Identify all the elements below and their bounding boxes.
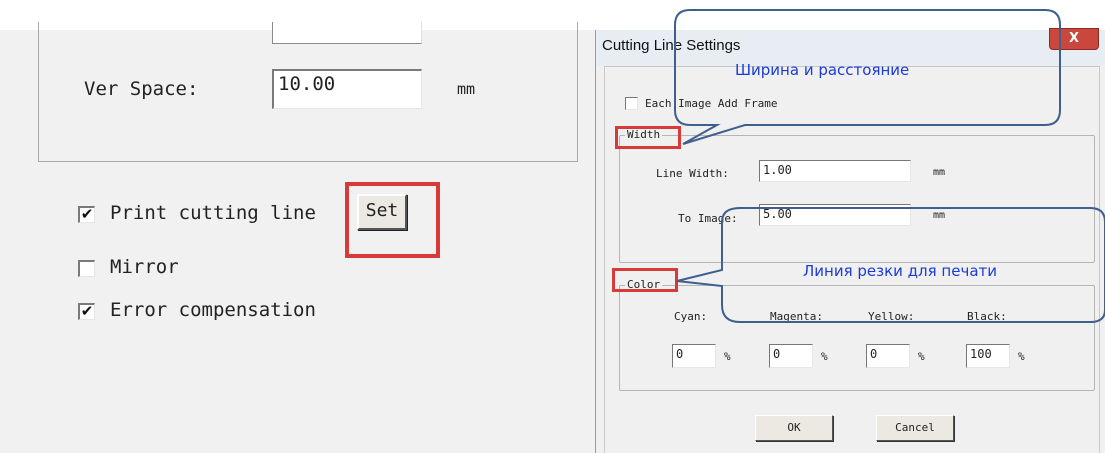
- cutting-line-settings-dialog: Cutting Line Settings X Each Image Add F…: [595, 28, 1105, 453]
- black-input[interactable]: 100: [966, 344, 1010, 368]
- line-width-input[interactable]: 1.00: [759, 160, 911, 182]
- black-percent: %: [1018, 350, 1025, 363]
- dialog-title: Cutting Line Settings: [602, 37, 741, 54]
- ver-space-unit: mm: [457, 80, 476, 98]
- color-group-box: Color Cyan: Magenta: Yellow: Black: 0 % …: [619, 278, 1095, 391]
- color-legend-highlight: [612, 268, 678, 292]
- yellow-input[interactable]: 0: [866, 344, 910, 368]
- each-image-add-frame-checkbox[interactable]: [625, 97, 638, 110]
- line-width-unit: mm: [933, 167, 946, 178]
- color-callout-text: Линия резки для печати: [803, 262, 998, 280]
- line-width-label: Line Width:: [656, 167, 729, 180]
- width-group-box: Width Line Width: 1.00 mm To Image: 5.00…: [619, 128, 1095, 263]
- ver-space-input[interactable]: 10.00: [272, 69, 422, 109]
- magenta-input[interactable]: 0: [769, 344, 813, 368]
- yellow-percent: %: [918, 350, 925, 363]
- cancel-button[interactable]: Cancel: [876, 415, 954, 441]
- cyan-label: Cyan:: [674, 310, 708, 323]
- ok-button[interactable]: OK: [755, 415, 833, 441]
- set-button-highlight: [345, 182, 440, 258]
- ver-space-label: Ver Space:: [84, 78, 199, 100]
- to-image-input[interactable]: 5.00: [759, 204, 911, 226]
- black-label: Black:: [967, 310, 1007, 323]
- close-button[interactable]: X: [1049, 28, 1099, 50]
- error-compensation-label: Error compensation: [110, 299, 316, 321]
- mirror-label: Mirror: [110, 256, 179, 278]
- yellow-label: Yellow:: [868, 310, 915, 323]
- to-image-unit: mm: [933, 210, 946, 221]
- mirror-checkbox[interactable]: [78, 260, 95, 277]
- magenta-percent: %: [821, 350, 828, 363]
- dialog-client-area: Each Image Add Frame Width Line Width: 1…: [604, 66, 1100, 453]
- error-compensation-checkbox[interactable]: ✔: [78, 303, 95, 320]
- hor-space-input[interactable]: [272, 22, 422, 44]
- print-cutting-line-checkbox[interactable]: ✔: [78, 206, 95, 223]
- width-legend-highlight: [615, 126, 681, 149]
- to-image-label: To Image:: [678, 212, 738, 225]
- cyan-input[interactable]: 0: [672, 344, 716, 368]
- magenta-label: Magenta:: [770, 310, 823, 323]
- each-image-add-frame-label: Each Image Add Frame: [645, 97, 778, 110]
- width-callout-text: Ширина и расстояние: [735, 61, 910, 79]
- print-settings-panel: Ver Space: 10.00 mm ✔ Print cutting line…: [0, 0, 595, 453]
- print-cutting-line-label: Print cutting line: [110, 202, 316, 224]
- cyan-percent: %: [724, 350, 731, 363]
